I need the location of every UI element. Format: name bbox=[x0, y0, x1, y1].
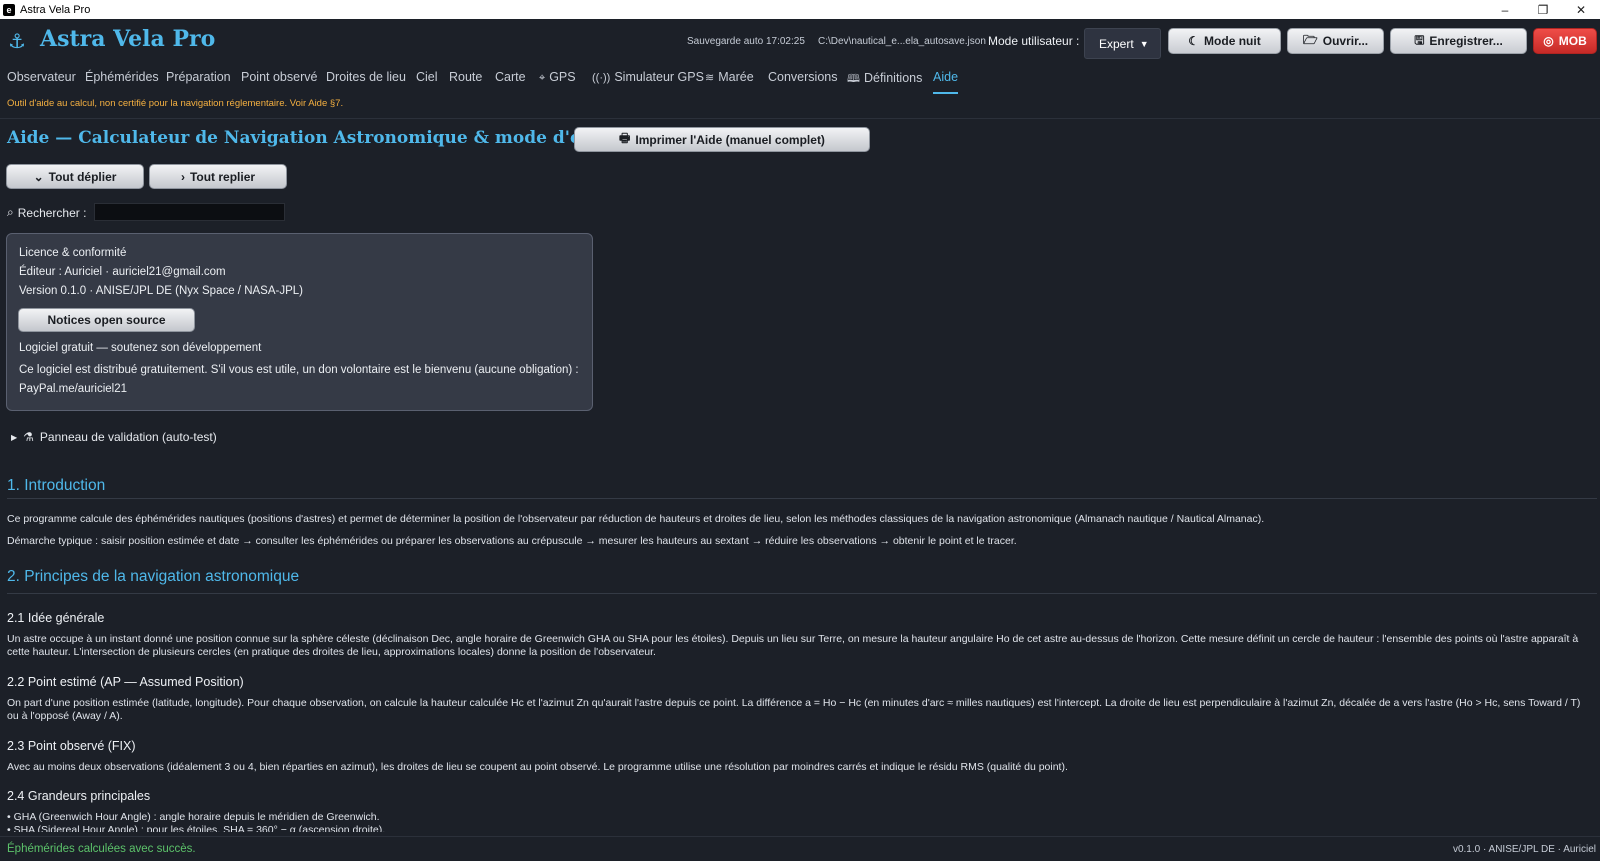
folder-icon: 🗁 bbox=[1302, 32, 1318, 47]
tab-ephemerides[interactable]: Éphémérides bbox=[85, 70, 159, 94]
search-input[interactable] bbox=[94, 203, 285, 221]
mob-label: MOB bbox=[1558, 34, 1587, 48]
autosave-path: C:\Dev\nautical_e...ela_autosave.json bbox=[818, 36, 986, 47]
collapse-all-button[interactable]: › Tout replier bbox=[149, 164, 287, 189]
app-title: Astra Vela Pro bbox=[40, 26, 216, 52]
window-controls: – ❐ ✕ bbox=[1486, 0, 1600, 19]
status-bar: Éphémérides calculées avec succès. v0.1.… bbox=[0, 836, 1600, 861]
print-help-label: Imprimer l'Aide (manuel complet) bbox=[635, 132, 825, 147]
autosave-status: Sauvegarde auto 17:02:25 bbox=[687, 36, 805, 47]
certification-warning: Outil d'aide au calcul, non certifié pou… bbox=[7, 98, 344, 109]
section-2-1-title: 2.1 Idée générale bbox=[7, 611, 105, 625]
tab-gps[interactable]: ⌖ GPS bbox=[539, 70, 576, 94]
book-icon: 🕮 bbox=[847, 73, 860, 85]
section-1-paragraph-1: Ce programme calcule des éphémérides nau… bbox=[7, 513, 1265, 525]
minimize-button[interactable]: – bbox=[1486, 0, 1524, 19]
section-2-1-paragraph: Un astre occupe à un instant donné une p… bbox=[7, 633, 1579, 658]
donation-text: Ce logiciel est distribué gratuitement. … bbox=[19, 364, 579, 376]
tab-definitions-label: Définitions bbox=[863, 71, 923, 85]
app-icon: e bbox=[3, 3, 15, 16]
tab-route[interactable]: Route bbox=[449, 70, 482, 94]
tab-definitions[interactable]: 🕮 Définitions bbox=[847, 70, 922, 94]
tab-ciel[interactable]: Ciel bbox=[416, 70, 438, 94]
tab-simulateur-gps[interactable]: ((·)) Simulateur GPS bbox=[592, 70, 704, 94]
save-label: Enregistrer... bbox=[1429, 34, 1503, 48]
search-label-group: ⌕ Rechercher : bbox=[7, 205, 86, 220]
section-2-4-bullet-2: • SHA (Sidereal Hour Angle) : pour les é… bbox=[7, 824, 386, 832]
target-icon: ◎ bbox=[1543, 34, 1554, 48]
tab-conversions[interactable]: Conversions bbox=[768, 70, 837, 94]
section-2-4-title: 2.4 Grandeurs principales bbox=[7, 789, 151, 803]
mode-select[interactable]: Expert ▼ bbox=[1084, 28, 1161, 59]
license-title: Licence & conformité bbox=[19, 247, 127, 259]
satellite-icon: ⌖ bbox=[539, 72, 546, 84]
close-button[interactable]: ✕ bbox=[1562, 0, 1600, 19]
tab-maree-label: Marée bbox=[718, 70, 754, 84]
validation-panel-label: Panneau de validation (auto-test) bbox=[39, 430, 217, 444]
printer-icon: 🖶 bbox=[619, 131, 631, 145]
app-window: e Astra Vela Pro – ❐ ✕ ⚓ Astra Vela Pro … bbox=[0, 0, 1600, 832]
triangle-right-icon: ▶ bbox=[11, 432, 18, 442]
print-help-button[interactable]: 🖶 Imprimer l'Aide (manuel complet) bbox=[574, 127, 870, 152]
mode-value: Expert bbox=[1099, 36, 1134, 51]
broadcast-icon: ((·)) bbox=[592, 72, 611, 84]
section-divider bbox=[7, 498, 1597, 499]
expand-all-button[interactable]: ⌄ Tout déplier bbox=[6, 164, 144, 189]
app-header: ⚓ Astra Vela Pro Sauvegarde auto 17:02:2… bbox=[0, 19, 1600, 64]
section-2-2-paragraph: On part d'une position estimée (latitude… bbox=[7, 697, 1581, 722]
version-info: v0.1.0 · ANISE/JPL DE · Auriciel bbox=[1452, 844, 1596, 855]
search-icon: ⌕ bbox=[7, 205, 14, 219]
tab-preparation[interactable]: Préparation bbox=[166, 70, 231, 94]
section-2-2-title: 2.2 Point estimé (AP — Assumed Position) bbox=[7, 675, 244, 689]
flask-icon: ⚗ bbox=[23, 430, 34, 444]
moon-icon: ☾ bbox=[1188, 34, 1200, 48]
status-message: Éphémérides calculées avec succès. bbox=[7, 843, 196, 855]
mode-label: Mode utilisateur : bbox=[988, 34, 1080, 48]
tab-maree[interactable]: ≋ Marée bbox=[705, 70, 754, 94]
maximize-button[interactable]: ❐ bbox=[1524, 0, 1562, 19]
save-button[interactable]: 🖫 Enregistrer... bbox=[1390, 28, 1527, 54]
tab-observateur[interactable]: Observateur bbox=[7, 70, 76, 94]
expand-all-label: Tout déplier bbox=[48, 169, 117, 184]
section-1-title: 1. Introduction bbox=[7, 477, 106, 494]
tab-droites-de-lieu[interactable]: Droites de lieu bbox=[326, 70, 406, 94]
floppy-icon: 🖫 bbox=[1414, 32, 1425, 47]
license-editor: Éditeur : Auriciel · auriciel21@gmail.co… bbox=[19, 266, 226, 278]
chevron-down-icon: ⌄ bbox=[33, 169, 44, 184]
chevron-right-icon: › bbox=[180, 169, 185, 184]
tab-aide[interactable]: Aide bbox=[933, 70, 959, 94]
os-titlebar: e Astra Vela Pro – ❐ ✕ bbox=[0, 0, 1600, 19]
tab-point-observe[interactable]: Point observé bbox=[241, 70, 317, 94]
section-2-3-title: 2.3 Point observé (FIX) bbox=[7, 739, 136, 753]
free-software-title: Logiciel gratuit — soutenez son développ… bbox=[19, 342, 262, 354]
section-1-paragraph-2: Démarche typique : saisir position estim… bbox=[7, 535, 1017, 547]
night-mode-label: Mode nuit bbox=[1204, 34, 1261, 48]
waves-icon: ≋ bbox=[705, 72, 715, 84]
tab-gps-label: GPS bbox=[549, 70, 576, 84]
caret-down-icon: ▼ bbox=[1139, 38, 1149, 49]
open-source-notices-button[interactable]: Notices open source bbox=[18, 308, 195, 332]
open-label: Ouvrir... bbox=[1322, 34, 1369, 48]
window-title: Astra Vela Pro bbox=[20, 3, 91, 16]
help-title: Aide — Calculateur de Navigation Astrono… bbox=[7, 128, 635, 148]
tab-carte[interactable]: Carte bbox=[495, 70, 526, 94]
section-2-title: 2. Principes de la navigation astronomiq… bbox=[7, 568, 300, 585]
section-2-3-paragraph: Avec au moins deux observations (idéalem… bbox=[7, 761, 1068, 773]
section-divider bbox=[7, 593, 1597, 594]
validation-panel-toggle[interactable]: ▶ ⚗ Panneau de validation (auto-test) bbox=[11, 430, 217, 444]
tab-simulateur-gps-label: Simulateur GPS bbox=[614, 70, 704, 84]
license-version: Version 0.1.0 · ANISE/JPL DE (Nyx Space … bbox=[19, 285, 303, 297]
collapse-all-label: Tout replier bbox=[189, 169, 256, 184]
night-mode-button[interactable]: ☾ Mode nuit bbox=[1168, 28, 1281, 54]
section-2-4-bullet-1: • GHA (Greenwich Hour Angle) : angle hor… bbox=[7, 811, 380, 823]
search-label: Rechercher : bbox=[17, 205, 87, 220]
mob-button[interactable]: ◎ MOB bbox=[1533, 28, 1597, 54]
anchor-icon: ⚓ bbox=[8, 29, 26, 53]
divider bbox=[0, 118, 1600, 119]
license-panel: Licence & conformité Éditeur : Auriciel … bbox=[6, 233, 593, 411]
open-button[interactable]: 🗁 Ouvrir... bbox=[1287, 28, 1384, 54]
paypal-link[interactable]: PayPal.me/auriciel21 bbox=[19, 383, 127, 395]
